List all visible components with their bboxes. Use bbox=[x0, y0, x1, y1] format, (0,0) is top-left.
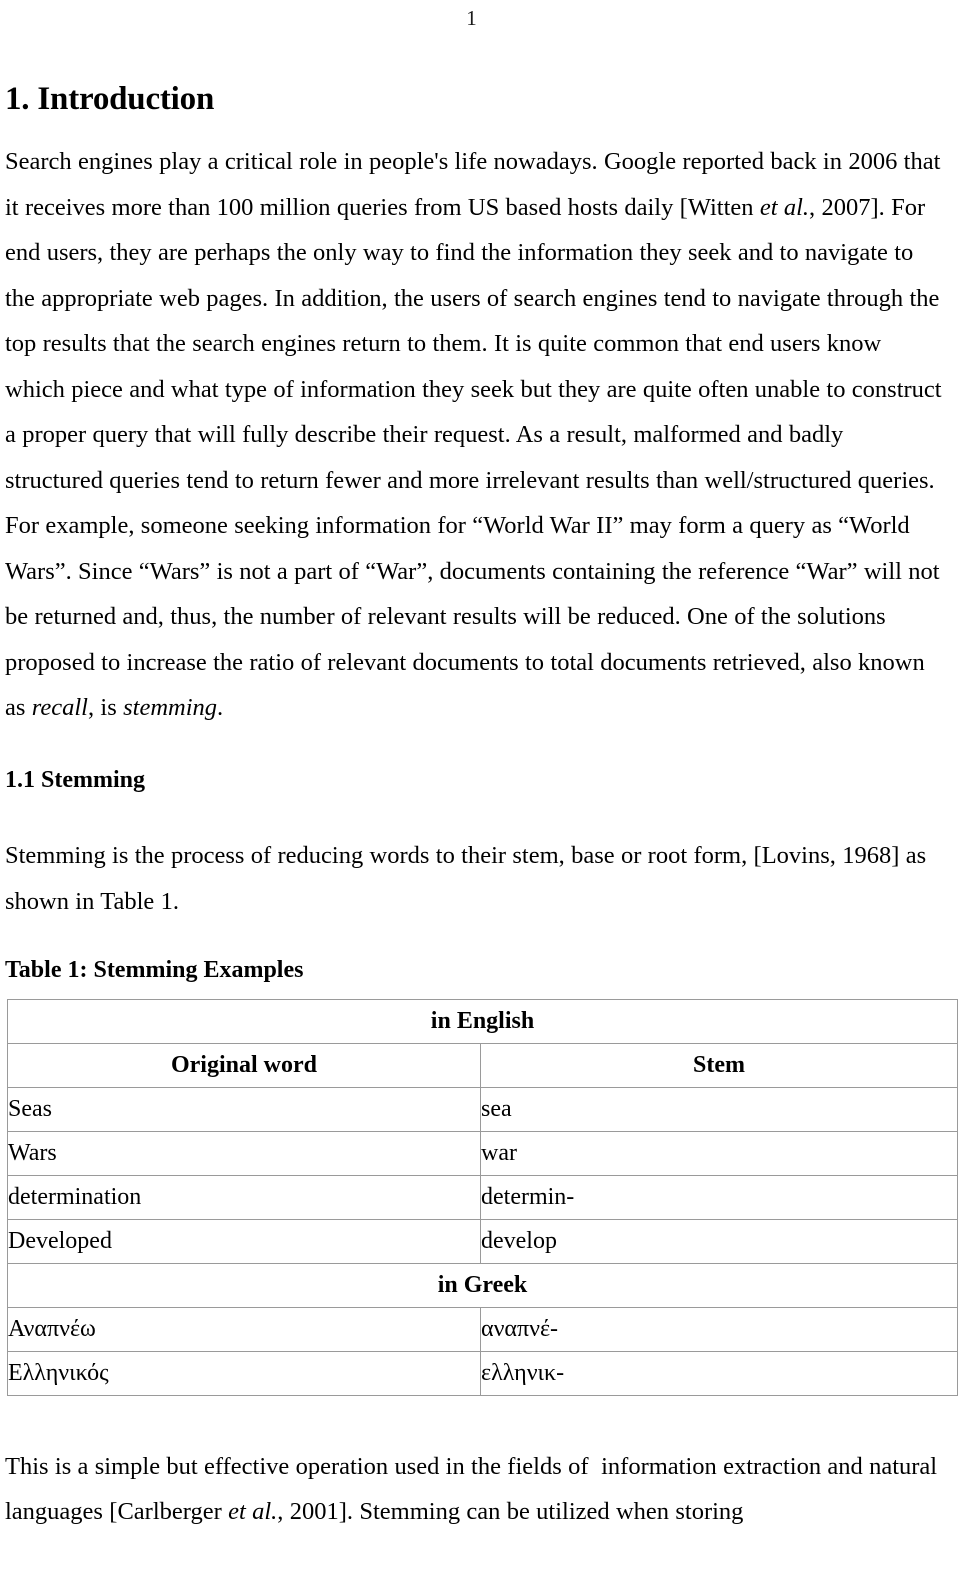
cell-original-word: determination bbox=[7, 1174, 481, 1220]
cell-stem: αναπνέ- bbox=[480, 1306, 958, 1352]
closing-paragraph-text-b: , 2001]. Stemming can be utilized when s… bbox=[277, 1498, 744, 1526]
cell-stem: ελληνικ- bbox=[480, 1350, 958, 1396]
stemming-paragraph: Stemming is the process of reducing word… bbox=[5, 842, 927, 915]
table-row-group-greek: in Greek bbox=[7, 1262, 958, 1308]
table-row: Developed develop bbox=[7, 1218, 958, 1264]
table-row: determination determin- bbox=[7, 1174, 958, 1220]
page-title: 1. Introduction bbox=[5, 81, 215, 117]
group-header-english: in English bbox=[7, 998, 958, 1044]
page-number: 1 bbox=[466, 6, 477, 30]
stemming-examples-table: in English Original word Stem Seas sea W… bbox=[7, 998, 958, 1396]
cell-original-word: Ελληνικός bbox=[7, 1350, 481, 1396]
intro-paragraph: Search engines play a critical role in p… bbox=[5, 139, 946, 731]
cell-stem: sea bbox=[480, 1086, 958, 1132]
citation-et-al-witten: et al. bbox=[759, 193, 810, 221]
document-page: 1 1. Introduction Search engines play a … bbox=[0, 0, 960, 1596]
table-row: Wars war bbox=[7, 1130, 958, 1176]
table-row: Αναπνέω αναπνέ- bbox=[7, 1306, 958, 1352]
closing-paragraph: This is a simple but effective operation… bbox=[5, 1444, 946, 1535]
citation-et-al-carlberger: et al. bbox=[228, 1498, 278, 1526]
intro-paragraph-text-d: . bbox=[217, 694, 224, 722]
table-row: Ελληνικός ελληνικ- bbox=[7, 1350, 958, 1396]
cell-stem: determin- bbox=[480, 1174, 958, 1220]
cell-original-word: Wars bbox=[7, 1130, 481, 1176]
cell-original-word: Αναπνέω bbox=[7, 1306, 481, 1352]
table-caption: Table 1: Stemming Examples bbox=[5, 957, 304, 984]
table-row-group-english: in English bbox=[7, 998, 958, 1044]
cell-stem: war bbox=[480, 1130, 958, 1176]
table-row-column-headers: Original word Stem bbox=[7, 1042, 958, 1088]
term-recall: recall bbox=[31, 694, 88, 722]
intro-paragraph-text-c: , is bbox=[87, 694, 124, 722]
cell-original-word: Developed bbox=[7, 1218, 481, 1264]
column-header-original-word: Original word bbox=[7, 1042, 481, 1088]
group-header-greek: in Greek bbox=[7, 1262, 958, 1308]
subsection-title-stemming: 1.1 Stemming bbox=[5, 766, 145, 793]
cell-stem: develop bbox=[480, 1218, 958, 1264]
column-header-stem: Stem bbox=[480, 1042, 958, 1088]
intro-paragraph-text-b: , 2007]. For end users, they are perhaps… bbox=[5, 193, 942, 722]
table-row: Seas sea bbox=[7, 1086, 958, 1132]
term-stemming: stemming bbox=[123, 694, 218, 722]
cell-original-word: Seas bbox=[7, 1086, 481, 1132]
